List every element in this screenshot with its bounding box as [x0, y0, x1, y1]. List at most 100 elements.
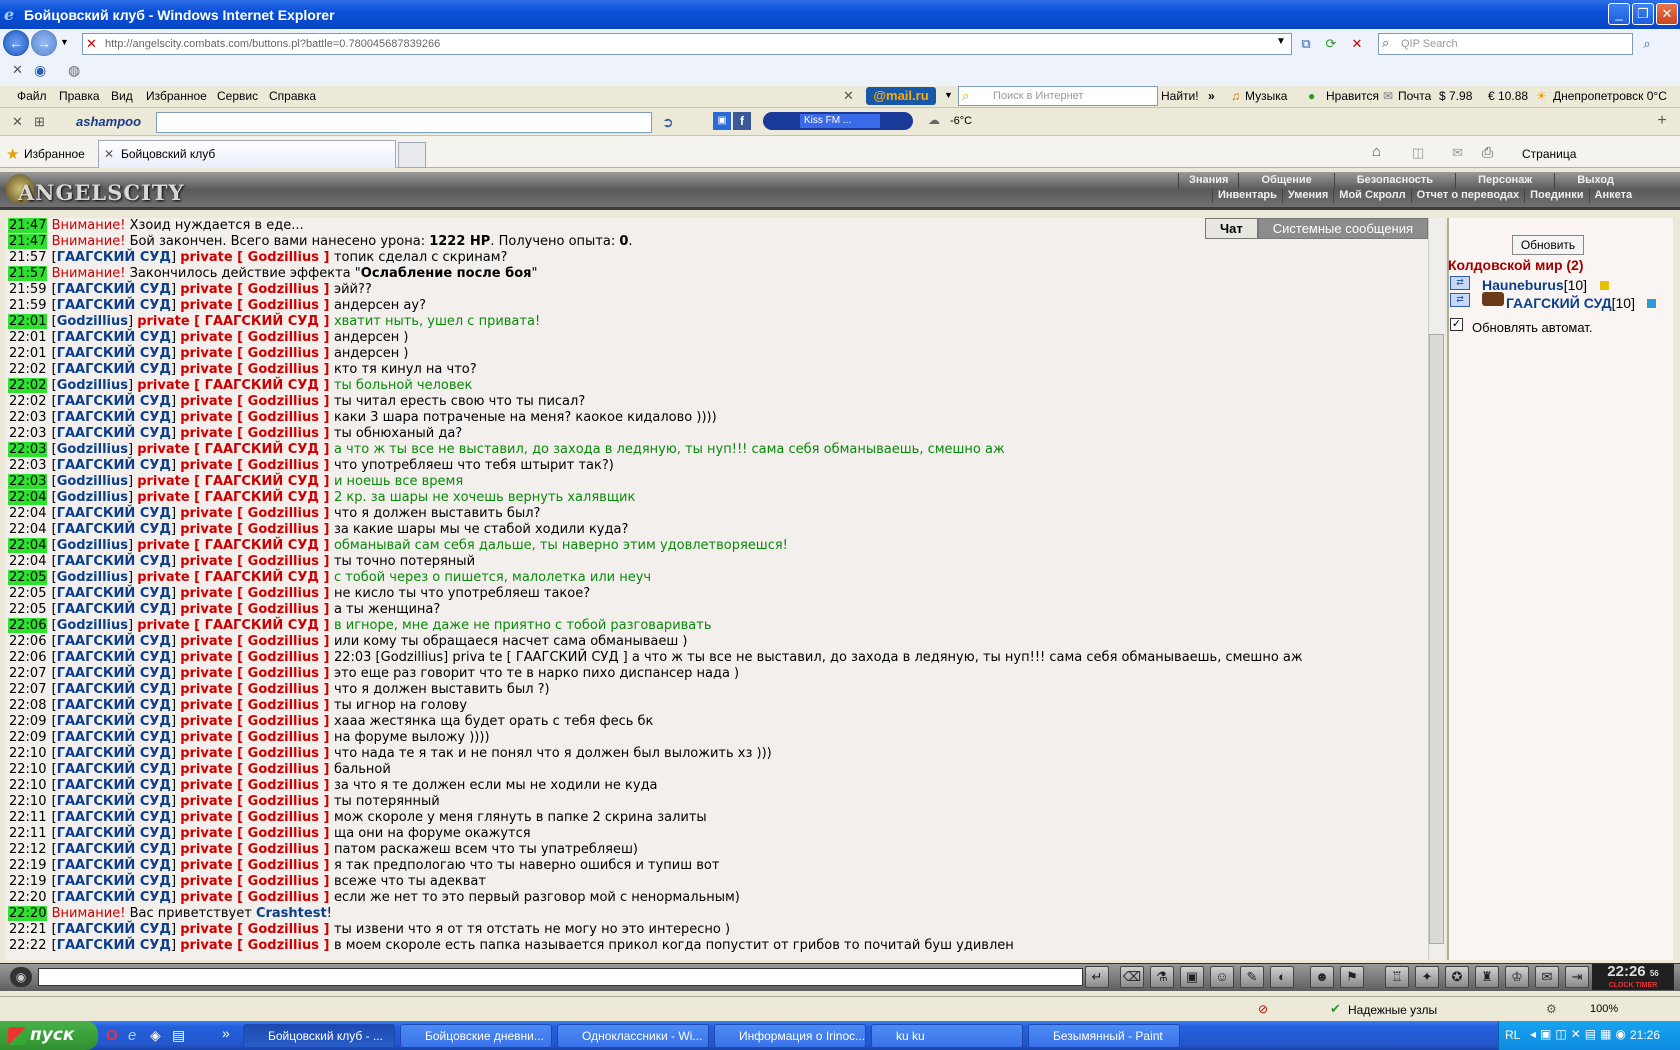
nav-communication[interactable]: Общение [1238, 173, 1333, 189]
sender-nick[interactable]: ГААГСКИЙ СУД [57, 282, 171, 297]
recipient-nick[interactable]: Godzillius [248, 554, 319, 569]
nav-knowledge[interactable]: Знания [1178, 173, 1238, 189]
chevron-icon[interactable]: » [1208, 89, 1215, 103]
recipient-nick[interactable]: Godzillius [248, 810, 319, 825]
user-name[interactable]: Hauneburus [1482, 277, 1564, 293]
sender-nick[interactable]: ГААГСКИЙ СУД [57, 842, 171, 857]
sender-nick[interactable]: Godzillius [57, 378, 128, 393]
sender-nick[interactable]: ГААГСКИЙ СУД [57, 506, 171, 521]
sender-nick[interactable]: ГААГСКИЙ СУД [57, 426, 171, 441]
smiley-icon[interactable]: ☻ [1310, 966, 1334, 988]
explorer-quick-icon[interactable]: ◈ [150, 1027, 161, 1044]
menu-file[interactable]: Файл [17, 89, 47, 103]
page-menu[interactable]: Страница [1522, 147, 1576, 161]
private-arrow-icon[interactable]: ⇄ [1450, 293, 1470, 307]
sender-nick[interactable]: ГААГСКИЙ СУД [57, 666, 171, 681]
info-icon[interactable] [1647, 299, 1656, 308]
sender-nick[interactable]: Godzillius [57, 570, 128, 585]
recipient-nick[interactable]: Godzillius [248, 410, 319, 425]
recipient-nick[interactable]: Godzillius [248, 426, 319, 441]
mail-read-icon[interactable]: ✉ [1452, 145, 1463, 161]
taskbar-item[interactable]: Безымянный - Paint [1028, 1024, 1180, 1048]
favorites-button[interactable]: Избранное [24, 147, 85, 161]
recipient-nick[interactable]: ГААГСКИЙ СУД [205, 378, 319, 393]
chat-scroll-thumb[interactable] [1429, 334, 1444, 944]
nav-scroll[interactable]: Мой Скролл [1333, 188, 1410, 203]
recipient-nick[interactable]: Godzillius [248, 586, 319, 601]
clan-chat-icon[interactable]: ⚑ [1340, 966, 1364, 988]
taskbar-item[interactable]: Информация о Irinoc... [714, 1024, 866, 1048]
sender-nick[interactable]: ГААГСКИЙ СУД [57, 682, 171, 697]
go-icon[interactable]: ➲ [662, 114, 674, 131]
auto-refresh-checkbox[interactable]: ✓ [1450, 318, 1463, 331]
ie-quick-icon[interactable]: e [128, 1027, 136, 1044]
sender-nick[interactable]: ГААГСКИЙ СУД [57, 602, 171, 617]
action5-icon[interactable]: ♔ [1505, 966, 1529, 988]
image-icon[interactable]: ▣ [713, 112, 731, 130]
nav-fights[interactable]: Поединки [1524, 188, 1588, 203]
rss-icon[interactable]: ◫ [1412, 145, 1424, 161]
desktop-quick-icon[interactable]: ▤ [172, 1027, 185, 1044]
recipient-nick[interactable]: Godzillius [248, 842, 319, 857]
sender-nick[interactable]: Godzillius [57, 474, 128, 489]
new-tab-button[interactable] [398, 142, 426, 168]
recipient-nick[interactable]: Godzillius [248, 650, 319, 665]
nav-transfers[interactable]: Отчет о переводах [1410, 188, 1525, 203]
clear-icon[interactable]: ⌫ [1120, 966, 1144, 988]
recipient-nick[interactable]: ГААГСКИЙ СУД [205, 538, 319, 553]
save-icon[interactable]: ▣ [1180, 966, 1204, 988]
sender-nick[interactable]: ГААГСКИЙ СУД [57, 346, 171, 361]
ashampoo-logo[interactable]: ashampoo [76, 114, 141, 129]
user-hauneburus[interactable]: Hauneburus[10] [1482, 277, 1587, 293]
chat-menu-icon[interactable]: ◉ [10, 967, 32, 987]
recipient-nick[interactable]: Godzillius [248, 778, 319, 793]
recipient-nick[interactable]: Godzillius [248, 682, 319, 697]
sender-nick[interactable]: Godzillius [57, 538, 128, 553]
sender-nick[interactable]: ГААГСКИЙ СУД [57, 922, 171, 937]
recipient-nick[interactable]: Godzillius [248, 346, 319, 361]
recipient-nick[interactable]: ГААГСКИЙ СУД [205, 442, 319, 457]
recipient-nick[interactable]: ГААГСКИЙ СУД [205, 314, 319, 329]
close-toolbar-icon[interactable]: ✕ [12, 62, 23, 78]
info-icon[interactable] [1600, 281, 1609, 290]
recipient-nick[interactable]: Godzillius [248, 362, 319, 377]
sender-nick[interactable]: Godzillius [57, 490, 128, 505]
menu-tools[interactable]: Сервис [217, 89, 258, 103]
sender-nick[interactable]: Godzillius [57, 618, 128, 633]
sender-nick[interactable]: ГААГСКИЙ СУД [57, 250, 171, 265]
sender-nick[interactable]: ГААГСКИЙ СУД [57, 778, 171, 793]
sender-nick[interactable]: Godzillius [57, 314, 128, 329]
sender-nick[interactable]: ГААГСКИЙ СУД [57, 522, 171, 537]
globe-icon[interactable]: ◍ [68, 62, 80, 79]
nav-character[interactable]: Персонаж [1455, 173, 1554, 189]
recipient-nick[interactable]: Godzillius [248, 714, 319, 729]
scroll-lock-icon[interactable]: ◐ [1270, 966, 1294, 988]
qip-search-input[interactable]: QIP Search [1378, 33, 1633, 55]
action2-icon[interactable]: ✦ [1415, 966, 1439, 988]
sender-nick[interactable]: ГААГСКИЙ СУД [57, 890, 171, 905]
facebook-icon[interactable]: f [733, 112, 751, 130]
close-mailru-icon[interactable]: ✕ [843, 88, 854, 104]
history-dropdown-icon[interactable]: ▼ [60, 37, 69, 47]
user-name[interactable]: ГААГСКИЙ СУД [1506, 295, 1612, 311]
sender-nick[interactable]: ГААГСКИЙ СУД [57, 330, 171, 345]
recipient-nick[interactable]: Godzillius [248, 858, 319, 873]
mailru-logo[interactable]: @mail.ru [866, 87, 936, 105]
music-menu[interactable]: Музыка [1245, 89, 1287, 103]
opera-icon[interactable]: O [106, 1027, 118, 1044]
recipient-nick[interactable]: Godzillius [248, 874, 319, 889]
sender-nick[interactable]: ГААГСКИЙ СУД [57, 714, 171, 729]
protected-mode-icon[interactable]: ⚙ [1546, 1002, 1557, 1016]
compat-icon[interactable]: ⧉ [1297, 35, 1315, 53]
sender-nick[interactable]: ГААГСКИЙ СУД [57, 394, 171, 409]
menu-favorites[interactable]: Избранное [146, 89, 207, 103]
recipient-nick[interactable]: Godzillius [248, 298, 319, 313]
sender-nick[interactable]: ГААГСКИЙ СУД [57, 826, 171, 841]
close-toolbar2-icon[interactable]: ✕ [12, 114, 23, 130]
recipient-nick[interactable]: Godzillius [248, 458, 319, 473]
nav-security[interactable]: Безопасность [1333, 173, 1455, 189]
close-button[interactable]: ✕ [1656, 3, 1678, 25]
sender-nick[interactable]: ГААГСКИЙ СУД [57, 746, 171, 761]
action3-icon[interactable]: ✪ [1445, 966, 1469, 988]
recipient-nick[interactable]: Godzillius [248, 394, 319, 409]
